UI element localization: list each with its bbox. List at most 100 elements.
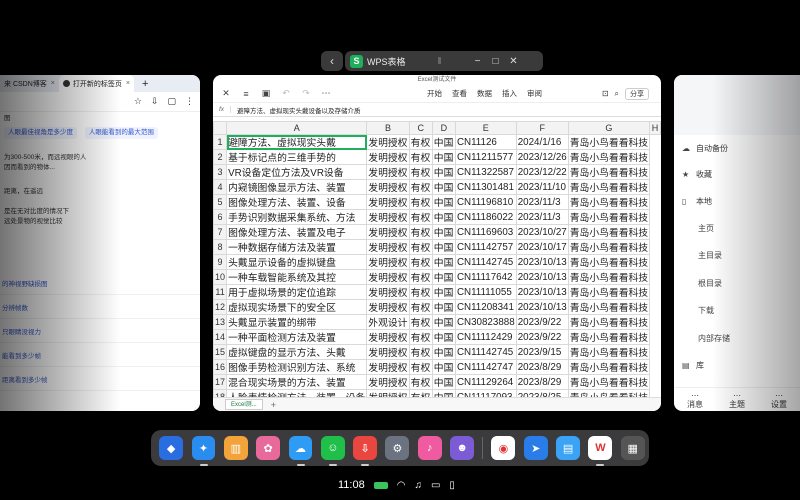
nav-main-dir[interactable]: 主目录 (674, 242, 800, 270)
cell[interactable]: 中国 (431, 314, 456, 331)
cell[interactable]: 发明授权 (366, 164, 410, 181)
cell[interactable]: 青岛小鸟看看科技 (567, 284, 651, 301)
spreadsheet-window[interactable]: Excel测试文件 ✕ ≡ ▣ ↶ ↷ ⋯ 开始 查看 数据 插入 审阅 ⊡ ⌕… (213, 75, 661, 411)
cell[interactable]: 发明授权 (366, 134, 410, 151)
file-manager-window-preview[interactable]: ☁ 自动备份 ★ 收藏 ▯ 本地 主页 主目录 根目录 下载 内部存储 ▤ 库 ⋯ 消息 … (674, 75, 800, 411)
cell[interactable]: 有权 (408, 269, 433, 286)
cell[interactable]: 发明授权 (366, 254, 410, 271)
related-link[interactable]: 的神视野缺损图 (0, 271, 200, 295)
browser-window-preview[interactable]: 来 CSDN博客 × 打开新的标签页 × + ☆ ⇩ ▢ ⋮ 图 人眼最佳视角是多少… (0, 75, 200, 411)
cell[interactable]: 中国 (431, 209, 456, 226)
cell[interactable]: 发明授权 (366, 239, 410, 256)
row-number[interactable]: 6 (213, 209, 228, 226)
column-header[interactable]: A (226, 120, 368, 136)
bottom-tab-themes[interactable]: ⋯ 主题 (729, 391, 745, 409)
bottom-tab-settings[interactable]: ⋯ 设置 (771, 391, 787, 409)
row-number[interactable]: 12 (213, 299, 228, 316)
sheet-tab[interactable]: Excel测... (225, 399, 263, 410)
corner-cell[interactable] (213, 120, 228, 136)
cell[interactable]: 2024/1/16 (515, 134, 569, 151)
cell[interactable]: 头戴显示装置的绑带 (226, 314, 368, 331)
related-link[interactable]: 能看到多少帧 (0, 343, 200, 367)
cell[interactable]: 青岛小鸟看看科技 (567, 359, 651, 376)
cell[interactable]: 一种平面检测方法及装置 (226, 329, 368, 346)
nav-local[interactable]: ▯ 本地 (674, 188, 800, 215)
column-header[interactable]: G (567, 120, 651, 136)
cell[interactable]: 2023/10/13 (515, 299, 569, 316)
cell[interactable]: 虚拟现实场景下的安全区 (226, 299, 368, 316)
cell[interactable]: 2023/9/22 (515, 329, 569, 346)
share-button[interactable]: 分享 (625, 87, 649, 100)
cell[interactable]: CN11111055 (454, 284, 517, 301)
cell[interactable]: 发明授权 (366, 224, 410, 241)
cell[interactable]: 图像处理方法、装置、设备 (226, 194, 368, 211)
cell[interactable]: 发明授权 (366, 149, 410, 166)
maximize-button[interactable]: □ (486, 56, 504, 67)
redo-icon[interactable]: ↷ (299, 88, 313, 99)
nav-download[interactable]: 下载 (674, 297, 800, 325)
download-icon[interactable]: ⇩ (151, 96, 159, 107)
related-link[interactable]: 只眼睛没视力 (0, 319, 200, 343)
cell[interactable]: 用于虚拟场景的定位追踪 (226, 284, 368, 301)
cell[interactable]: 2023/11/3 (515, 194, 569, 211)
new-tab-button[interactable]: + (142, 78, 148, 90)
app-lala-icon[interactable]: ♪ (417, 436, 442, 460)
cell[interactable]: 中国 (431, 269, 456, 286)
nav-internal-storage[interactable]: 内部存储 (674, 325, 800, 353)
cell[interactable]: 2023/10/27 (515, 224, 569, 241)
cell[interactable]: 青岛小鸟看看科技 (567, 194, 651, 211)
cell[interactable]: 中国 (431, 224, 456, 241)
menu-icon[interactable]: ≡ (239, 89, 253, 99)
cell[interactable]: 中国 (431, 149, 456, 166)
menu-start[interactable]: 开始 (427, 88, 442, 99)
row-number[interactable]: 15 (213, 344, 228, 361)
menu-insert[interactable]: 插入 (502, 88, 517, 99)
cell[interactable]: CN11196810 (454, 194, 517, 211)
cell[interactable]: 有权 (408, 239, 433, 256)
nav-home[interactable]: 主页 (674, 215, 800, 243)
tabs-icon[interactable]: ▢ (167, 96, 176, 107)
cell[interactable]: 中国 (431, 299, 456, 316)
cell[interactable]: 有权 (408, 329, 433, 346)
cell[interactable]: 有权 (408, 149, 433, 166)
column-header[interactable]: E (454, 120, 517, 136)
cell[interactable]: 有权 (408, 344, 433, 361)
cell[interactable]: CN11169603 (454, 224, 517, 241)
cell[interactable]: 有权 (408, 179, 433, 196)
cell[interactable]: 有权 (408, 374, 433, 391)
cell[interactable]: 内窥镜图像显示方法、装置 (226, 179, 368, 196)
cell[interactable]: 头戴显示设备的虚拟键盘 (226, 254, 368, 271)
app-books-icon[interactable]: ▥ (223, 436, 248, 460)
cell[interactable]: 发明授权 (366, 194, 410, 211)
app-chrome-icon[interactable]: ◉ (491, 436, 516, 460)
cell[interactable]: CN11129264 (454, 374, 517, 391)
cell[interactable]: 青岛小鸟看看科技 (567, 254, 651, 271)
cell[interactable]: 中国 (431, 329, 456, 346)
cell[interactable]: CN11301481 (454, 179, 517, 196)
formula-input[interactable]: 避障方法、虚拟现实头戴设备以及存储介质 (231, 105, 361, 115)
cell[interactable]: 2023/10/13 (515, 269, 569, 286)
row-number[interactable]: 5 (213, 194, 228, 211)
cell[interactable]: 基于标记点的三维手势的 (226, 149, 368, 166)
cell[interactable]: 发明授权 (366, 344, 410, 361)
cell[interactable]: 青岛小鸟看看科技 (567, 149, 651, 166)
cell[interactable]: 发明授权 (366, 329, 410, 346)
app-gallery-icon[interactable]: ✿ (256, 436, 281, 460)
app-grid-icon[interactable]: ▦ (620, 436, 645, 460)
related-link[interactable]: 距离看到多少帧 (0, 367, 200, 391)
close-doc-icon[interactable]: ✕ (219, 88, 233, 99)
app-settings-icon[interactable]: ⚙ (385, 436, 410, 460)
cell[interactable]: 中国 (431, 284, 456, 301)
cell[interactable]: 外观设计 (366, 314, 410, 331)
row-number[interactable]: 16 (213, 359, 228, 376)
related-link[interactable]: 分辨帧数 (0, 295, 200, 319)
close-button[interactable]: ✕ (504, 56, 522, 67)
cell[interactable]: 青岛小鸟看看科技 (567, 224, 651, 241)
cell[interactable]: 手势识别数据采集系统、方法 (226, 209, 368, 226)
undo-icon[interactable]: ↶ (279, 88, 293, 99)
cell[interactable]: 虚拟键盘的显示方法、头戴 (226, 344, 368, 361)
more-icon[interactable]: ⋮ (185, 96, 194, 107)
cell[interactable]: 一种车载智能系统及其控 (226, 269, 368, 286)
back-button[interactable]: ‹ (321, 51, 343, 71)
bottom-tab-messages[interactable]: ⋯ 消息 (687, 391, 703, 409)
